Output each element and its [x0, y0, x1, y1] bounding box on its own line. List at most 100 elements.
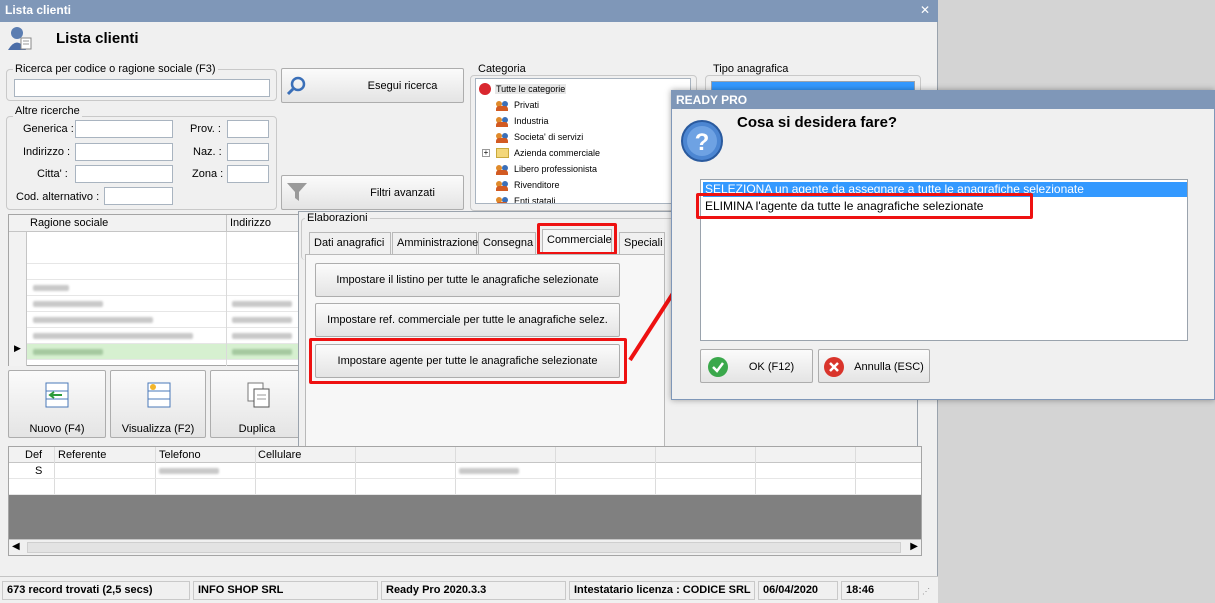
cancel-button-label: Annulla (ESC) [854, 361, 924, 373]
generic-label: Generica : [23, 123, 74, 135]
tree-item-rivenditore[interactable]: Rivenditore [496, 177, 560, 193]
type-label: Tipo anagrafica [711, 63, 791, 75]
prov-field[interactable] [227, 120, 269, 138]
col-cellulare[interactable]: Cellulare [258, 449, 301, 461]
zona-field[interactable] [227, 165, 269, 183]
people-icon [496, 132, 508, 143]
duplicate-icon [247, 382, 270, 408]
address-field[interactable] [75, 143, 173, 161]
dialog-window: READY PRO ? Cosa si desidera fare? SELEZ… [671, 90, 1215, 400]
table-row[interactable] [27, 296, 299, 312]
svg-text:?: ? [695, 129, 710, 156]
tab-consegna[interactable]: Consegna [478, 232, 536, 254]
set-ref-commerciale-button[interactable]: Impostare ref. commerciale per tutte le … [315, 303, 620, 337]
alt-code-field[interactable] [104, 187, 173, 205]
contacts-grid[interactable]: Def Referente Telefono Cellulare S ◀ ▶ [8, 446, 922, 556]
generic-field[interactable] [75, 120, 173, 138]
status-company: INFO SHOP SRL [193, 581, 378, 600]
status-version: Ready Pro 2020.3.3 [381, 581, 566, 600]
new-button[interactable]: Nuovo (F4) [8, 370, 106, 438]
contact-def-value: S [35, 465, 43, 477]
ok-button[interactable]: OK (F12) [700, 349, 813, 383]
col-ragione-sociale[interactable]: Ragione sociale [30, 217, 108, 229]
cancel-button[interactable]: Annulla (ESC) [818, 349, 930, 383]
page-title: Lista clienti [56, 30, 139, 47]
check-icon [708, 357, 728, 377]
set-listino-button[interactable]: Impostare il listino per tutte le anagra… [315, 263, 620, 297]
close-icon[interactable]: ✕ [917, 3, 933, 18]
search-input[interactable] [14, 79, 270, 97]
city-field[interactable] [75, 165, 173, 183]
scroll-thumb[interactable] [27, 542, 901, 553]
highlight-commerciale [537, 223, 617, 255]
dialog-question: Cosa si desidera fare? [737, 114, 898, 131]
table-row[interactable] [27, 312, 299, 328]
status-time: 18:46 [841, 581, 919, 600]
table-row[interactable] [27, 280, 299, 296]
expand-icon[interactable]: + [482, 149, 490, 157]
tree-item-azienda[interactable]: + Azienda commerciale [482, 145, 600, 161]
category-tree[interactable]: Tutte le categorie Privati Industria Soc… [475, 78, 691, 204]
dialog-title: READY PRO [676, 93, 748, 107]
highlight-agente-button [309, 338, 627, 384]
col-referente[interactable]: Referente [58, 449, 106, 461]
naz-label: Naz. : [193, 146, 222, 158]
tree-item-privati[interactable]: Privati [496, 97, 539, 113]
elaborazioni-label: Elaborazioni [305, 212, 370, 224]
people-icon [496, 116, 508, 127]
search-button[interactable]: Esegui ricerca [281, 68, 464, 103]
status-bar: 673 record trovati (2,5 secs) INFO SHOP … [0, 576, 938, 603]
strawberry-icon [479, 83, 491, 95]
contact-row[interactable] [9, 479, 921, 495]
col-def[interactable]: Def [25, 449, 42, 461]
people-icon [496, 196, 508, 203]
people-icon [496, 164, 508, 175]
tree-item-all[interactable]: Tutte le categorie [479, 81, 567, 97]
city-label: Citta' : [37, 168, 68, 180]
clients-icon [8, 27, 32, 50]
contact-row[interactable]: S [9, 463, 921, 479]
tree-item-servizi[interactable]: Societa' di servizi [496, 129, 583, 145]
other-search-label: Altre ricerche [13, 105, 82, 117]
search-group-label: Ricerca per codice o ragione sociale (F3… [13, 63, 218, 75]
table-row-selected[interactable] [27, 344, 299, 360]
status-date: 06/04/2020 [758, 581, 838, 600]
address-label: Indirizzo : [23, 146, 71, 158]
table-row[interactable] [27, 264, 299, 280]
view-button[interactable]: Visualizza (F2) [110, 370, 206, 438]
tree-item-enti[interactable]: Enti statali [496, 193, 556, 203]
category-label: Categoria [476, 63, 528, 75]
clients-grid[interactable]: Ragione sociale Indirizzo ▶ [8, 214, 300, 366]
people-icon [496, 180, 508, 191]
dialog-titlebar: READY PRO [672, 91, 1214, 109]
folder-icon [496, 148, 509, 158]
people-icon [496, 100, 508, 111]
table-row[interactable] [27, 328, 299, 344]
view-record-icon [147, 382, 171, 408]
table-row[interactable] [27, 248, 299, 264]
view-button-label: Visualizza (F2) [121, 423, 195, 435]
scroll-left-icon[interactable]: ◀ [12, 541, 20, 552]
advanced-filters-button[interactable]: Filtri avanzati [281, 175, 464, 210]
question-icon: ? [681, 120, 723, 162]
resize-grip-icon[interactable]: ⋰ [922, 587, 930, 596]
cancel-icon [824, 357, 844, 377]
horizontal-scrollbar[interactable]: ◀ ▶ [9, 539, 921, 555]
window-titlebar: Lista clienti [0, 0, 938, 22]
scroll-right-icon[interactable]: ▶ [910, 541, 918, 552]
tab-amministrazione[interactable]: Amministrazione [392, 232, 478, 254]
window-title: Lista clienti [5, 3, 72, 17]
highlight-elimina-option [696, 193, 1033, 219]
duplicate-button[interactable]: Duplica [210, 370, 304, 438]
tree-item-industria[interactable]: Industria [496, 113, 549, 129]
naz-field[interactable] [227, 143, 269, 161]
col-telefono[interactable]: Telefono [159, 449, 201, 461]
status-license: Intestatario licenza : CODICE SRL [569, 581, 755, 600]
new-record-icon [45, 382, 69, 408]
tree-item-libero[interactable]: Libero professionista [496, 161, 597, 177]
new-button-label: Nuovo (F4) [29, 423, 85, 435]
col-indirizzo[interactable]: Indirizzo [230, 217, 271, 229]
alt-code-label: Cod. alternativo : [16, 191, 100, 203]
grid-header: Ragione sociale Indirizzo [9, 215, 299, 232]
tab-dati-anagrafici[interactable]: Dati anagrafici [309, 232, 391, 254]
